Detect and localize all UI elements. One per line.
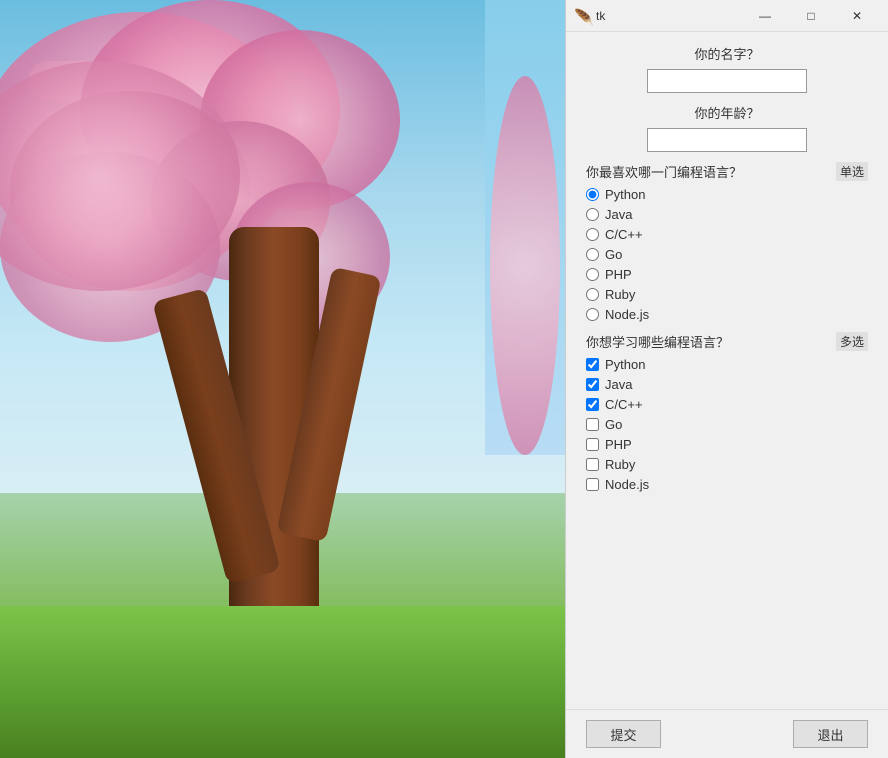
title-bar: 🪶 tk — □ ✕: [566, 0, 888, 32]
radio-question-text: 你最喜欢哪一门编程语言？: [586, 162, 742, 181]
radio-item-go[interactable]: Go: [586, 247, 868, 262]
tree-trunk: [229, 227, 319, 644]
radio-r_java[interactable]: [586, 208, 599, 221]
radio-label-r_go: Go: [605, 247, 622, 262]
radio-label-r_cpp: C/C++: [605, 227, 643, 242]
checkbox-c_ruby[interactable]: [586, 458, 599, 471]
radio-label-r_ruby: Ruby: [605, 287, 635, 302]
maximize-button[interactable]: □: [788, 0, 834, 32]
radio-label-r_php: PHP: [605, 267, 632, 282]
radio-r_cpp[interactable]: [586, 228, 599, 241]
age-label: 你的年龄？: [586, 103, 868, 122]
checkbox-c_python[interactable]: [586, 358, 599, 371]
checkbox-label-c_nodejs: Node.js: [605, 477, 649, 492]
checkbox-badge: 多选: [836, 332, 868, 351]
radio-r_go[interactable]: [586, 248, 599, 261]
checkbox-c_nodejs[interactable]: [586, 478, 599, 491]
radio-label-r_nodejs: Node.js: [605, 307, 649, 322]
checkbox-item-php[interactable]: PHP: [586, 437, 868, 452]
checkbox-label-c_ruby: Ruby: [605, 457, 635, 472]
checkbox-label-c_cpp: C/C++: [605, 397, 643, 412]
radio-item-java[interactable]: Java: [586, 207, 868, 222]
checkbox-label-c_python: Python: [605, 357, 645, 372]
radio-item-ruby[interactable]: Ruby: [586, 287, 868, 302]
radio-badge: 单选: [836, 162, 868, 181]
radio-item-php[interactable]: PHP: [586, 267, 868, 282]
radio-question-row: 你最喜欢哪一门编程语言？ 单选: [586, 162, 868, 181]
radio-item-nodejs[interactable]: Node.js: [586, 307, 868, 322]
app-icon: 🪶: [574, 8, 590, 24]
form-content: 你的名字？ 你的年龄？ 你最喜欢哪一门编程语言？ 单选 Python Java C/…: [566, 32, 888, 709]
name-input[interactable]: [647, 69, 807, 93]
checkbox-question-text: 你想学习哪些编程语言？: [586, 332, 729, 351]
radio-r_php[interactable]: [586, 268, 599, 281]
checkbox-item-nodejs[interactable]: Node.js: [586, 477, 868, 492]
radio-r_ruby[interactable]: [586, 288, 599, 301]
checkbox-c_go[interactable]: [586, 418, 599, 431]
close-button[interactable]: ✕: [834, 0, 880, 32]
checkbox-label-c_go: Go: [605, 417, 622, 432]
checkbox-item-cc[interactable]: C/C++: [586, 397, 868, 412]
form-footer: 提交 退出: [566, 709, 888, 758]
exit-button[interactable]: 退出: [793, 720, 868, 748]
checkbox-label-c_php: PHP: [605, 437, 632, 452]
checkbox-item-go[interactable]: Go: [586, 417, 868, 432]
radio-label-r_java: Java: [605, 207, 632, 222]
window-controls: — □ ✕: [742, 0, 880, 32]
ground: [0, 606, 565, 758]
checkbox-label-c_java: Java: [605, 377, 632, 392]
radio-r_nodejs[interactable]: [586, 308, 599, 321]
submit-button[interactable]: 提交: [586, 720, 661, 748]
checkbox-item-ruby[interactable]: Ruby: [586, 457, 868, 472]
radio-item-python[interactable]: Python: [586, 187, 868, 202]
name-label: 你的名字？: [586, 44, 868, 63]
radio-item-cc[interactable]: C/C++: [586, 227, 868, 242]
window-title: tk: [596, 9, 742, 23]
checkbox-c_java[interactable]: [586, 378, 599, 391]
age-input[interactable]: [647, 128, 807, 152]
checkbox-item-python[interactable]: Python: [586, 357, 868, 372]
checkbox-item-java[interactable]: Java: [586, 377, 868, 392]
tk-window: 🪶 tk — □ ✕ 你的名字？ 你的年龄？ 你最喜欢哪一门编程语言？ 单选 P…: [565, 0, 888, 758]
checkbox-c_php[interactable]: [586, 438, 599, 451]
radio-options: Python Java C/C++ Go PHP Ruby Node.js: [586, 187, 868, 322]
radio-label-r_python: Python: [605, 187, 645, 202]
minimize-button[interactable]: —: [742, 0, 788, 32]
right-blossom: [490, 76, 560, 455]
checkbox-options: Python Java C/C++ Go PHP Ruby Node.js: [586, 357, 868, 492]
background-scene: [0, 0, 565, 758]
radio-r_python[interactable]: [586, 188, 599, 201]
checkbox-c_cpp[interactable]: [586, 398, 599, 411]
checkbox-question-row: 你想学习哪些编程语言？ 多选: [586, 332, 868, 351]
